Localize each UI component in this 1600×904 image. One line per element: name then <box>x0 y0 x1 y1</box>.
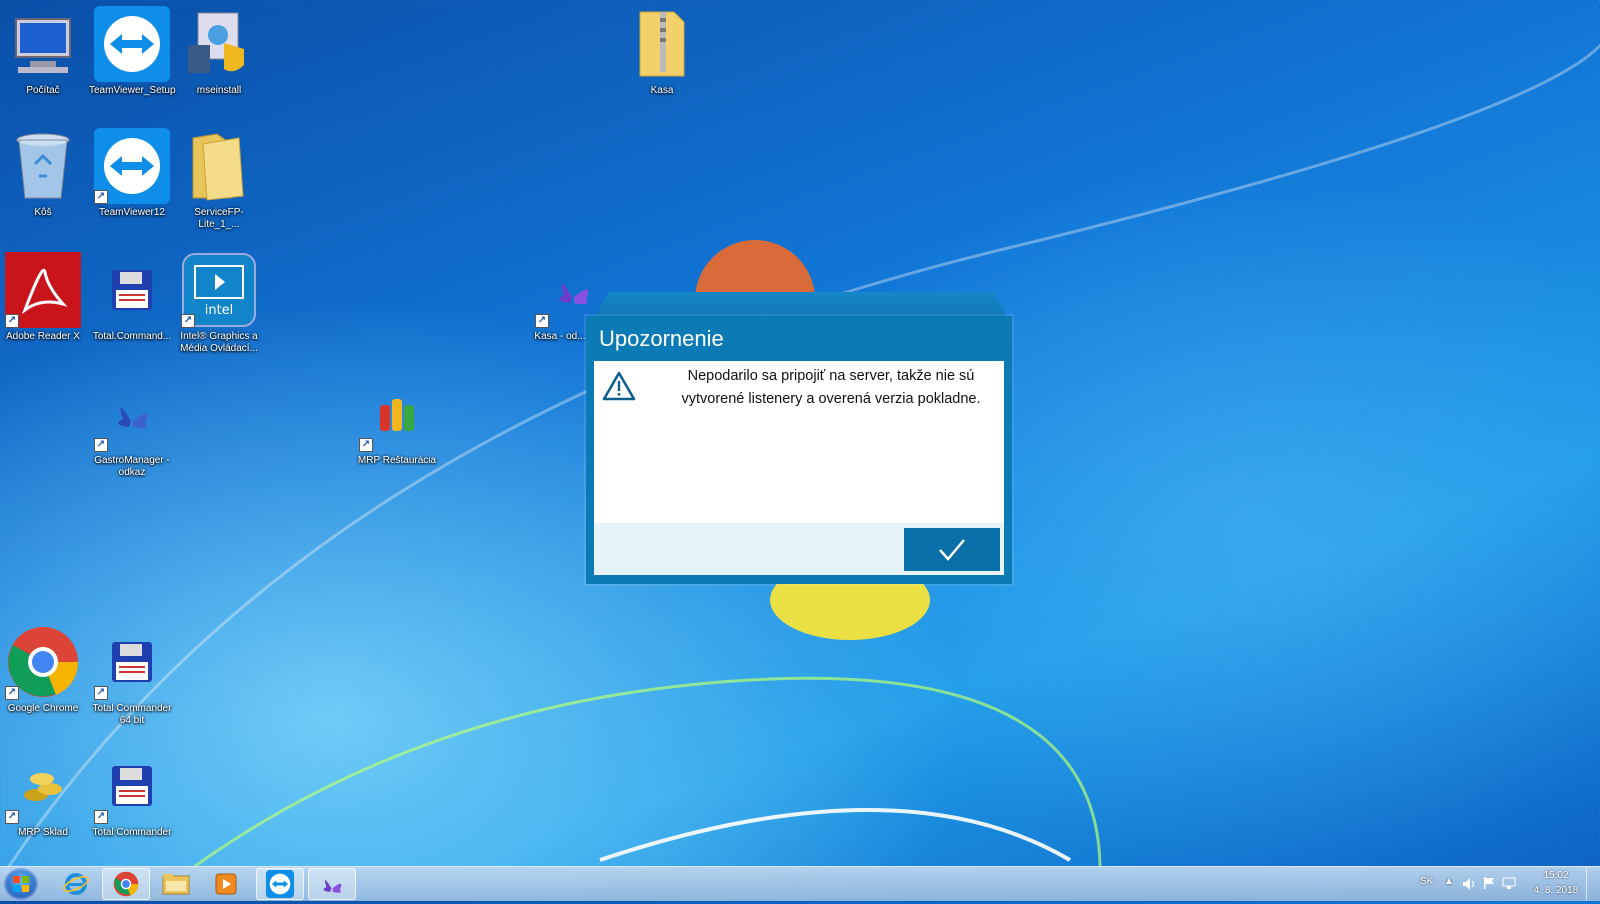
desktop-icon-google-chrome[interactable]: ↗ Google Chrome <box>0 624 86 715</box>
shortcut-arrow-icon: ↗ <box>94 438 108 452</box>
desktop-icon-label: MRP Reštaurácia <box>357 455 437 466</box>
chrome-icon <box>113 871 139 897</box>
clock-date[interactable]: 4. 8. 2018 <box>1526 885 1586 896</box>
desktop-icon-computer[interactable]: Počítač <box>0 6 86 97</box>
shortcut-arrow-icon: ↗ <box>94 810 108 824</box>
desktop-icon-teamviewer-setup[interactable]: TeamViewer_Setup <box>89 6 176 97</box>
desktop-icon-teamviewer12[interactable]: ↗ TeamViewer12 <box>89 128 175 219</box>
teamviewer-icon <box>266 870 294 898</box>
shortcut-arrow-icon: ↗ <box>94 686 108 700</box>
floppy-disk-icon <box>112 270 152 310</box>
taskbar-explorer[interactable] <box>152 868 200 900</box>
desktop-icon-label: TeamViewer12 <box>99 207 165 218</box>
desktop-icon-gastromanager[interactable]: ↗ GastroManager - odkaz <box>89 376 175 479</box>
desktop-icon-total-commander-64[interactable]: ↗ Total Commander 64 bit <box>89 624 175 727</box>
internet-explorer-icon <box>63 873 89 895</box>
desktop-icon-label: Kasa <box>650 85 674 96</box>
explorer-folder-icon <box>162 874 190 895</box>
dialog-title: Upozornenie <box>599 326 724 351</box>
desktop-icon-label: GastroManager - odkaz <box>94 455 170 478</box>
desktop-icon-label: Total.Command... <box>92 331 172 342</box>
action-center-flag-icon[interactable] <box>1482 876 1496 890</box>
dialog-footer <box>594 523 1004 575</box>
dialog-body: Nepodarilo sa pripojiť na server, takže … <box>594 361 1004 523</box>
windows-logo-icon <box>13 876 29 892</box>
shortcut-arrow-icon: ↗ <box>535 314 549 328</box>
desktop-icon-label: Google Chrome <box>7 703 79 714</box>
shortcut-arrow-icon: ↗ <box>5 686 19 700</box>
svg-text:intel: intel <box>205 303 234 318</box>
language-indicator[interactable]: SK <box>1420 876 1433 887</box>
desktop-icon-label: Kôš <box>34 207 52 218</box>
floppy-disk-icon <box>112 642 152 682</box>
media-player-icon <box>215 873 237 895</box>
taskbar-media-player[interactable] <box>202 868 250 900</box>
desktop-icon-label: MRP Sklad <box>18 827 68 838</box>
desktop-icon-label: Kasa - od... <box>534 331 586 342</box>
butterfly-icon <box>118 407 148 429</box>
shortcut-arrow-icon: ↗ <box>94 190 108 204</box>
teamviewer-icon <box>94 6 170 82</box>
desktop-icon-mrp-restauracia[interactable]: ↗ MRP Reštaurácia <box>354 376 440 467</box>
desktop-icon-adobe-reader[interactable]: ↗ Adobe Reader X <box>0 252 86 343</box>
desktop-icon-label: mseinstall <box>196 85 242 96</box>
coins-icon <box>24 773 62 801</box>
desktop-icon-kasa-zip[interactable]: Kasa <box>619 6 705 97</box>
desktop-icon-mrp-sklad[interactable]: ↗ MRP Sklad <box>0 748 86 839</box>
folder-icon <box>192 133 244 201</box>
desktop-icon-label: Adobe Reader X <box>6 331 80 342</box>
taskbar-teamviewer[interactable] <box>256 868 304 900</box>
desktop-icon-servicefp-folder[interactable]: ServiceFP-Lite_1_... <box>176 128 262 231</box>
zip-folder-icon <box>639 11 685 77</box>
desktop-icon-intel-graphics[interactable]: intel ↗ Intel® Graphics a Média Ovládací… <box>176 252 262 355</box>
desktop-icon-label: Total Commander <box>92 827 172 838</box>
shortcut-arrow-icon: ↗ <box>359 438 373 452</box>
desktop-icon-mseinstall[interactable]: mseinstall <box>176 6 262 97</box>
taskbar: SK ▲ 15:02 4. 8. 2018 <box>0 866 1600 901</box>
desktop-icon-label: TeamViewer_Setup <box>89 85 176 96</box>
network-icon[interactable] <box>1502 876 1516 890</box>
taskbar-internet-explorer[interactable] <box>52 868 100 900</box>
taskbar-chrome[interactable] <box>102 868 150 900</box>
clock-time[interactable]: 15:02 <box>1536 870 1576 881</box>
ok-button[interactable] <box>904 528 1000 571</box>
bottles-icon <box>380 399 414 431</box>
desktop-icon-recycle-bin[interactable]: Kôš <box>0 128 86 219</box>
desktop-icon-label: Počítač <box>26 85 60 96</box>
shortcut-arrow-icon: ↗ <box>181 314 195 328</box>
desktop-icon-label: ServiceFP-Lite_1_... <box>194 207 244 230</box>
recycle-bin-icon <box>16 133 70 199</box>
shortcut-arrow-icon: ↗ <box>5 810 19 824</box>
warning-icon <box>602 371 636 401</box>
checkmark-icon <box>939 538 965 561</box>
desktop-icon-total-commander-1[interactable]: Total.Command... <box>89 252 175 343</box>
show-hidden-icons[interactable]: ▲ <box>1444 876 1454 887</box>
installer-icon <box>188 12 244 73</box>
gastromanager-icon <box>323 880 342 893</box>
show-desktop-button[interactable] <box>1586 867 1600 901</box>
shortcut-arrow-icon: ↗ <box>5 314 19 328</box>
dialog-message: Nepodarilo sa pripojiť na server, takže … <box>681 368 981 407</box>
volume-icon[interactable] <box>1462 877 1476 891</box>
computer-icon <box>15 18 71 73</box>
floppy-disk-icon <box>112 766 152 806</box>
start-button[interactable] <box>4 868 38 900</box>
desktop-icon-label: Intel® Graphics a Média Ovládací... <box>180 331 258 354</box>
desktop-icon-label: Total Commander 64 bit <box>92 703 172 726</box>
desktop-icon-total-commander[interactable]: ↗ Total Commander <box>89 748 175 839</box>
butterfly-icon <box>559 283 589 305</box>
taskbar-gastromanager[interactable] <box>308 868 356 900</box>
